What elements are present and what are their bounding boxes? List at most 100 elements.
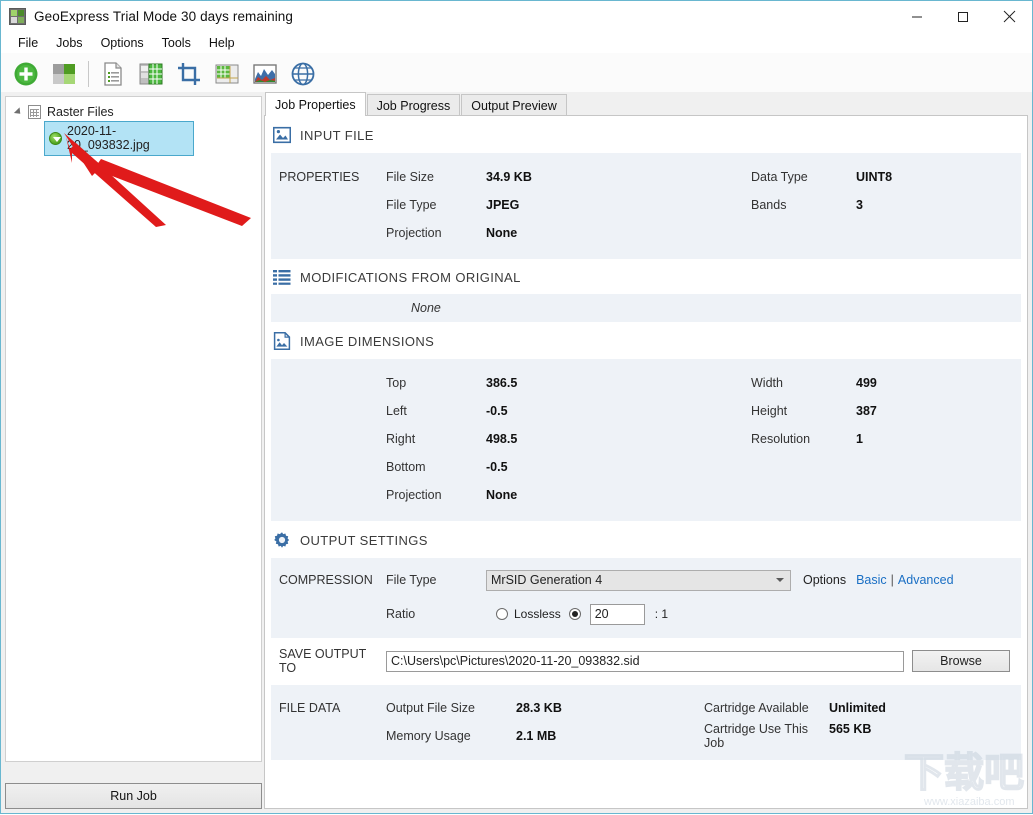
lossless-radio[interactable] (496, 608, 508, 620)
save-output-path-input[interactable]: C:\Users\pc\Pictures\2020-11-20_093832.s… (386, 650, 904, 672)
section-title-image-dimensions: IMAGE DIMENSIONS (300, 333, 435, 349)
dim-key-resolution: Resolution (751, 432, 811, 446)
input-file-key-datatype: Data Type (751, 170, 808, 184)
minimize-icon[interactable] (894, 1, 940, 32)
mosaic-icon[interactable] (45, 55, 83, 93)
tab-job-progress[interactable]: Job Progress (366, 94, 461, 116)
tab-output-preview[interactable]: Output Preview (461, 94, 567, 116)
options-label: Options (803, 573, 847, 587)
gear-icon (273, 531, 291, 549)
tree-item-input-file[interactable]: 2020-11-20_093832.jpg (44, 121, 194, 156)
menu-tools[interactable]: Tools (153, 34, 200, 52)
expand-triangle-icon[interactable] (13, 107, 24, 117)
image-dimensions-row-5: Projection None (271, 481, 1021, 509)
dim-value-left: -0.5 (486, 404, 508, 418)
window-title: GeoExpress Trial Mode 30 days remaining (34, 9, 294, 24)
input-file-key-filetype: File Type (386, 198, 437, 212)
output-settings-body: COMPRESSION File Type MrSID Generation 4… (271, 558, 1021, 638)
input-file-status-icon (49, 131, 62, 145)
close-icon[interactable] (986, 1, 1032, 32)
raster-files-tree[interactable]: Raster Files 2020-11-20_093832.jpg (5, 96, 262, 762)
spacer-label (271, 488, 386, 502)
ratio-input-value: 20 (594, 607, 609, 621)
options-advanced-link[interactable]: Advanced (898, 573, 954, 587)
section-header-modifications: MODIFICATIONS FROM ORIGINAL (265, 259, 1027, 294)
input-file-row-1: PROPERTIES File Size 34.9 KB Data Type U… (271, 163, 1021, 191)
ratio-input[interactable]: 20 (589, 603, 645, 625)
file-data-body: FILE DATA Output File Size 28.3 KB Cartr… (271, 685, 1021, 760)
file-data-row-1: FILE DATA Output File Size 28.3 KB Cartr… (271, 694, 1021, 722)
title-bar: GeoExpress Trial Mode 30 days remaining (1, 1, 1032, 32)
crop-icon[interactable] (170, 55, 208, 93)
file-type-label: File Type (386, 573, 437, 587)
file-data-value-cartridge-available: Unlimited (829, 701, 886, 715)
file-data-key-output-size: Output File Size (386, 701, 475, 715)
save-output-row: SAVE OUTPUT TO C:\Users\pc\Pictures\2020… (271, 638, 1021, 685)
maximize-icon[interactable] (940, 1, 986, 32)
section-header-output-settings: OUTPUT SETTINGS (265, 521, 1027, 558)
spacer-label (271, 376, 386, 390)
file-data-value-output-size: 28.3 KB (516, 701, 562, 715)
tiles-icon[interactable] (132, 55, 170, 93)
dim-key-projection: Projection (386, 488, 442, 502)
spacer-label (271, 729, 386, 743)
dim-value-bottom: -0.5 (486, 460, 508, 474)
input-file-row-2: File Type JPEG Bands 3 (271, 191, 1021, 219)
image-dimensions-row-3: Right 498.5 Resolution 1 (271, 425, 1021, 453)
dim-value-width: 499 (856, 376, 877, 390)
dim-value-top: 386.5 (486, 376, 518, 390)
input-file-value-bands: 3 (856, 198, 863, 212)
add-image-icon[interactable] (7, 55, 45, 93)
file-data-key-cartridge-available: Cartridge Available (704, 701, 809, 715)
file-data-group-label: FILE DATA (279, 701, 341, 715)
tree-root-raster-files[interactable]: Raster Files (6, 103, 261, 121)
spacer-label (271, 460, 386, 474)
output-file-type-select[interactable]: MrSID Generation 4 (486, 569, 791, 591)
menu-file[interactable]: File (9, 34, 47, 52)
modifications-value: None (411, 301, 441, 315)
options-basic-link[interactable]: Basic (856, 573, 887, 587)
menu-jobs[interactable]: Jobs (47, 34, 91, 52)
image-dimensions-icon (273, 332, 291, 350)
file-data-value-cartridge-use: 565 KB (829, 722, 872, 736)
histogram-icon[interactable] (246, 55, 284, 93)
input-file-key-filesize: File Size (386, 170, 434, 184)
save-output-path-value: C:\Users\pc\Pictures\2020-11-20_093832.s… (391, 654, 640, 668)
grid-overlay-icon[interactable] (208, 55, 246, 93)
dim-value-right: 498.5 (486, 432, 518, 446)
menu-help[interactable]: Help (200, 34, 244, 52)
menu-bar: File Jobs Options Tools Help (1, 32, 1032, 53)
dim-value-height: 387 (856, 404, 877, 418)
geoexpress-window: GeoExpress Trial Mode 30 days remaining … (0, 0, 1033, 814)
metadata-icon[interactable] (94, 55, 132, 93)
file-data-key-memory-usage: Memory Usage (386, 729, 471, 743)
globe-icon[interactable] (284, 55, 322, 93)
section-title-output-settings: OUTPUT SETTINGS (300, 532, 428, 548)
input-file-value-filesize: 34.9 KB (486, 170, 532, 184)
tree-root-label: Raster Files (47, 105, 114, 119)
image-dimensions-row-2: Left -0.5 Height 387 (271, 397, 1021, 425)
options-separator: | (890, 573, 894, 587)
sidebar: Raster Files 2020-11-20_093832.jpg Run J… (5, 96, 262, 809)
input-file-body: PROPERTIES File Size 34.9 KB Data Type U… (271, 153, 1021, 259)
save-output-label: SAVE OUTPUT TO (279, 647, 367, 675)
image-dimensions-row-4: Bottom -0.5 (271, 453, 1021, 481)
lossless-label: Lossless (514, 607, 561, 621)
section-header-image-dimensions: IMAGE DIMENSIONS (265, 322, 1027, 359)
dim-key-top: Top (386, 376, 407, 390)
chevron-down-icon (776, 577, 784, 582)
run-job-button[interactable]: Run Job (5, 783, 262, 809)
ratio-suffix: : 1 (654, 607, 669, 621)
run-job-label: Run Job (110, 789, 157, 803)
right-panel: Job Properties Job Progress Output Previ… (264, 92, 1028, 809)
section-header-input-file: INPUT FILE (265, 116, 1027, 153)
menu-options[interactable]: Options (92, 34, 153, 52)
geoexpress-app-icon (9, 8, 26, 25)
input-file-row-3: Projection None (271, 219, 1021, 247)
browse-button[interactable]: Browse (912, 650, 1010, 672)
image-dimensions-body: Top 386.5 Width 499 Left -0.5 Height 387… (271, 359, 1021, 521)
dim-key-bottom: Bottom (386, 460, 426, 474)
tab-job-properties[interactable]: Job Properties (265, 92, 366, 116)
ratio-radio[interactable] (568, 608, 581, 620)
toolbar (1, 53, 1032, 95)
